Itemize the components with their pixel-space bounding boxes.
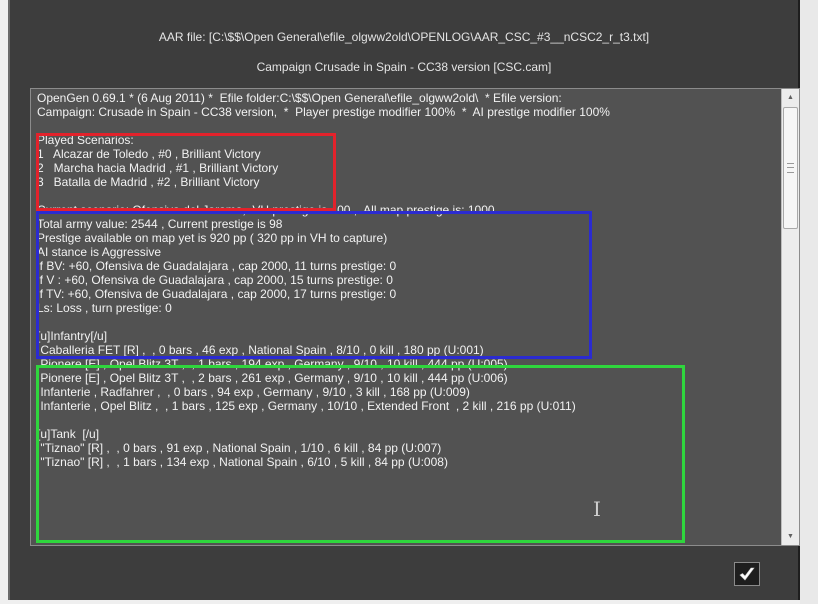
background-edge xyxy=(800,0,818,604)
log-line: Prestige available on map yet is 920 pp … xyxy=(37,231,388,245)
check-icon xyxy=(739,567,755,581)
aar-dialog: AAR file: [C:\$$\Open General\efile_olgw… xyxy=(8,0,800,600)
log-line: if TV: +60, Ofensiva de Guadalajara , ca… xyxy=(37,287,397,301)
text-cursor-icon: I xyxy=(593,497,601,521)
log-line: if BV: +60, Ofensiva de Guadalajara , ca… xyxy=(37,259,397,273)
ok-button[interactable] xyxy=(734,562,760,586)
aar-log-textarea[interactable]: OpenGen 0.69.1 * (6 Aug 2011) * Efile fo… xyxy=(30,88,800,546)
log-line: Campaign: Crusade in Spain - CC38 versio… xyxy=(37,105,610,119)
log-line: 3 Batalla de Madrid , #2 , Brilliant Vic… xyxy=(37,175,260,189)
log-line: Caballeria FET [R] , , 0 bars , 46 exp ,… xyxy=(37,343,484,357)
log-line: Current scenario: Ofensiva del Jarama, V… xyxy=(37,203,495,217)
scroll-up-button[interactable]: ▲ xyxy=(782,89,799,106)
log-line: Infanterie , Opel Blitz , , 1 bars , 125… xyxy=(37,399,576,413)
aar-log-content: OpenGen 0.69.1 * (6 Aug 2011) * Efile fo… xyxy=(37,91,777,469)
log-line: "Tiznao" [R] , , 0 bars , 91 exp , Natio… xyxy=(37,441,442,455)
vertical-scrollbar[interactable]: ▲ ▼ xyxy=(781,89,799,545)
log-line: Played Scenarios: xyxy=(37,133,134,147)
log-line: 2 Marcha hacia Madrid , #1 , Brilliant V… xyxy=(37,161,279,175)
log-line: Ls: Loss , turn prestige: 0 xyxy=(37,301,172,315)
log-line: OpenGen 0.69.1 * (6 Aug 2011) * Efile fo… xyxy=(37,91,562,105)
log-line: 1 Alcazar de Toledo , #0 , Brilliant Vic… xyxy=(37,147,261,161)
log-line: Infanterie , Radfahrer , , 0 bars , 94 e… xyxy=(37,385,470,399)
aar-file-path: AAR file: [C:\$$\Open General\efile_olgw… xyxy=(158,30,650,44)
log-line: Pionere [E] , Opel Blitz 3T , , 2 bars ,… xyxy=(37,371,508,385)
grip-icon xyxy=(787,163,794,173)
log-line: Total army value: 2544 , Current prestig… xyxy=(37,217,283,231)
log-line: [u]Tank [/u] xyxy=(37,427,100,441)
log-line: Pionere [E] , Opel Blitz 3T , , 1 bars ,… xyxy=(37,357,508,371)
scroll-thumb[interactable] xyxy=(783,107,798,229)
log-line: if V : +60, Ofensiva de Guadalajara , ca… xyxy=(37,273,393,287)
log-line: AI stance is Aggressive xyxy=(37,245,162,259)
campaign-title: Campaign Crusade in Spain - CC38 version… xyxy=(256,60,552,74)
log-line: [u]Infantry[/u] xyxy=(37,329,108,343)
scroll-down-button[interactable]: ▼ xyxy=(782,528,799,545)
log-line: "Tiznao" [R] , , 1 bars , 134 exp , Nati… xyxy=(37,455,448,469)
